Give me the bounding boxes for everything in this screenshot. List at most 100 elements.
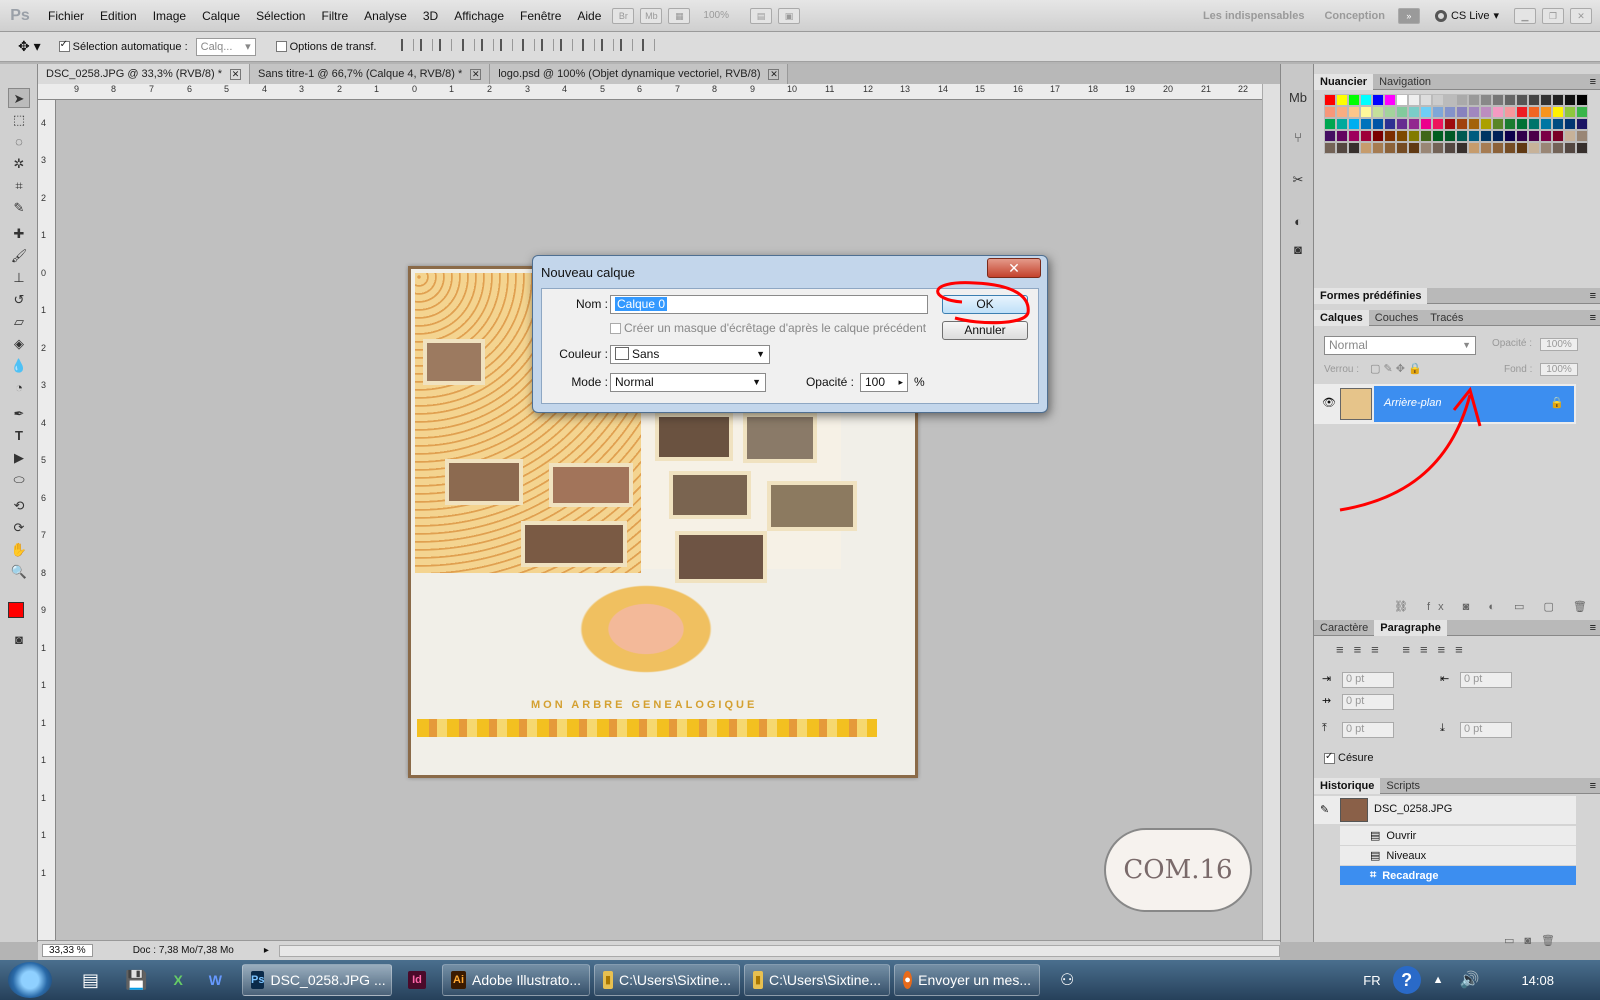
foreground-color-swatch[interactable] xyxy=(8,602,24,618)
color-swatch[interactable] xyxy=(1456,142,1468,154)
path-selection-icon[interactable]: ▶ xyxy=(8,448,30,468)
color-swatch[interactable] xyxy=(1516,94,1528,106)
color-swatch[interactable] xyxy=(1408,106,1420,118)
type-tool-icon[interactable]: T xyxy=(8,426,30,446)
color-swatch[interactable] xyxy=(1396,106,1408,118)
menu-fenetre[interactable]: Fenêtre xyxy=(512,9,569,23)
color-swatch[interactable] xyxy=(1492,142,1504,154)
color-swatch[interactable] xyxy=(1516,142,1528,154)
layer-row-background[interactable]: 👁 Arrière-plan 🔒 xyxy=(1314,384,1576,424)
color-swatch[interactable] xyxy=(1504,106,1516,118)
tab-scripts[interactable]: Scripts xyxy=(1380,778,1426,794)
color-swatch[interactable] xyxy=(1492,130,1504,142)
distribute-right-icon[interactable] xyxy=(619,39,633,51)
swatch-grid[interactable] xyxy=(1324,94,1588,154)
extras-icon[interactable]: ▦ xyxy=(668,7,691,24)
taskbar-network-icon[interactable]: ⚇ xyxy=(1060,970,1074,990)
eyedropper-icon[interactable]: ✎ xyxy=(8,198,30,218)
color-swatch[interactable] xyxy=(1324,142,1336,154)
history-brush-icon[interactable]: ↺ xyxy=(8,290,30,310)
color-swatch[interactable] xyxy=(1432,106,1444,118)
color-swatch[interactable] xyxy=(1420,94,1432,106)
align-left-icon[interactable] xyxy=(461,39,475,51)
color-swatch[interactable] xyxy=(1432,142,1444,154)
lasso-tool-icon[interactable]: ◌ xyxy=(8,132,30,152)
color-swatch[interactable] xyxy=(1480,106,1492,118)
auto-align-icon[interactable] xyxy=(641,39,655,51)
color-swatch[interactable] xyxy=(1372,94,1384,106)
color-swatch[interactable] xyxy=(1324,118,1336,130)
move-tool-icon[interactable]: ✥ ▾ xyxy=(18,38,41,55)
color-swatch[interactable] xyxy=(1384,118,1396,130)
color-swatch[interactable] xyxy=(1564,118,1576,130)
color-swatch[interactable] xyxy=(1480,94,1492,106)
color-swatch[interactable] xyxy=(1468,142,1480,154)
color-swatch[interactable] xyxy=(1324,94,1336,106)
cancel-button[interactable]: Annuler xyxy=(942,321,1028,340)
align-vcenter-icon[interactable] xyxy=(420,39,434,51)
workspace-design[interactable]: Conception xyxy=(1314,10,1395,22)
color-swatch[interactable] xyxy=(1420,106,1432,118)
tab-historique[interactable]: Historique xyxy=(1314,777,1381,794)
color-swatch[interactable] xyxy=(1552,130,1564,142)
taskbar-explorer-2[interactable]: ▮ C:\Users\Sixtine... xyxy=(744,964,890,996)
tab-traces[interactable]: Tracés xyxy=(1424,310,1469,326)
color-swatch[interactable] xyxy=(1456,94,1468,106)
show-hidden-icons[interactable]: ▲ xyxy=(1433,974,1444,986)
taskbar-indesign-icon[interactable]: Id xyxy=(408,971,426,989)
color-swatch[interactable] xyxy=(1336,118,1348,130)
color-swatch[interactable] xyxy=(1468,94,1480,106)
close-tab-icon[interactable]: ✕ xyxy=(470,68,482,80)
color-swatch[interactable] xyxy=(1576,118,1588,130)
auto-select-checkbox[interactable] xyxy=(58,39,70,53)
color-swatch[interactable] xyxy=(1384,106,1396,118)
lock-icons[interactable]: ▢ ✎ ✥ 🔒 xyxy=(1370,362,1422,375)
indent-right-field[interactable]: 0 pt xyxy=(1460,672,1512,688)
tab-logo[interactable]: logo.psd @ 100% (Objet dynamique vectori… xyxy=(490,64,789,84)
color-swatch[interactable] xyxy=(1336,106,1348,118)
menu-analyse[interactable]: Analyse xyxy=(356,9,415,23)
marquee-tool-icon[interactable]: ⬚ xyxy=(8,110,30,130)
color-swatch[interactable] xyxy=(1468,106,1480,118)
language-indicator[interactable]: FR xyxy=(1363,973,1380,988)
color-swatch[interactable] xyxy=(1432,94,1444,106)
distribute-left-icon[interactable] xyxy=(581,39,595,51)
color-swatch[interactable] xyxy=(1384,94,1396,106)
status-arrow-icon[interactable]: ▸ xyxy=(264,945,269,956)
horizontal-scrollbar[interactable] xyxy=(278,944,1280,957)
taskbar-photoshop[interactable]: Ps DSC_0258.JPG ... xyxy=(242,964,392,996)
layer-name[interactable]: Arrière-plan xyxy=(1384,397,1441,409)
menu-3d[interactable]: 3D xyxy=(415,9,446,23)
visibility-eye-icon[interactable]: 👁 xyxy=(1322,396,1336,409)
color-swatch[interactable] xyxy=(1384,142,1396,154)
close-tab-icon[interactable]: ✕ xyxy=(768,68,780,80)
canvas-area[interactable]: MON ARBRE GENEALOGIQUE COM.16 xyxy=(56,100,1280,940)
close-window-icon[interactable]: ✕ xyxy=(1570,7,1592,24)
eraser-icon[interactable]: ▱ xyxy=(8,312,30,332)
color-swatch[interactable] xyxy=(1540,142,1552,154)
color-swatch[interactable] xyxy=(1528,130,1540,142)
clone-stamp-icon[interactable]: ⊥ xyxy=(8,268,30,288)
color-swatch[interactable] xyxy=(1336,130,1348,142)
color-swatch[interactable] xyxy=(1516,130,1528,142)
taskbar-save-icon[interactable]: 💾 xyxy=(125,970,147,991)
restore-icon[interactable]: ❐ xyxy=(1542,7,1564,24)
color-swatch[interactable] xyxy=(1360,142,1372,154)
clock[interactable]: 14:08 xyxy=(1521,973,1554,988)
status-zoom[interactable]: 33,33 % xyxy=(42,944,93,957)
more-workspaces-icon[interactable]: » xyxy=(1397,7,1420,24)
history-item-niveaux[interactable]: ▤ Niveaux xyxy=(1340,846,1576,865)
color-swatch[interactable] xyxy=(1564,130,1576,142)
distribute-top-icon[interactable] xyxy=(521,39,535,51)
color-swatch[interactable] xyxy=(1348,94,1360,106)
color-swatch[interactable] xyxy=(1456,118,1468,130)
paint-bucket-icon[interactable]: ◈ xyxy=(8,334,30,354)
color-swatch[interactable] xyxy=(1372,130,1384,142)
color-swatch[interactable] xyxy=(1552,94,1564,106)
color-swatch[interactable] xyxy=(1444,118,1456,130)
tab-navigation[interactable]: Navigation xyxy=(1373,74,1437,90)
tab-formes-predefinies[interactable]: Formes prédéfinies xyxy=(1314,287,1428,304)
color-swatch[interactable] xyxy=(1396,142,1408,154)
zoom-level[interactable]: 100% xyxy=(703,10,729,21)
vertical-scrollbar[interactable] xyxy=(1262,84,1280,940)
